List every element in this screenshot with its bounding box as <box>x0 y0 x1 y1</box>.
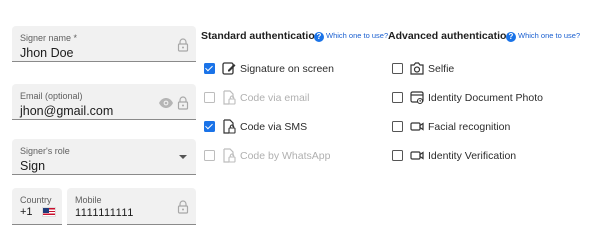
country-code-value: +1 <box>20 206 33 218</box>
option-label: Code via email <box>240 92 310 104</box>
option-label: Signature on screen <box>240 63 334 75</box>
checkbox[interactable] <box>204 63 215 74</box>
option-label: Code by WhatsApp <box>240 150 331 162</box>
checkbox[interactable] <box>204 150 215 161</box>
id-card-icon <box>410 90 424 105</box>
signer-role-value: Sign <box>20 159 46 173</box>
camera-icon <box>410 61 424 76</box>
option-label: Identity Verification <box>428 150 517 162</box>
standard-auth-title: Standard authentication <box>201 30 322 42</box>
help-icon[interactable]: ? <box>314 32 324 42</box>
signer-name-field[interactable]: Signer name * Jhon Doe <box>12 26 196 62</box>
lock-icon <box>177 200 189 214</box>
document-lock-icon <box>222 119 236 134</box>
mobile-label: Mobile <box>75 195 102 205</box>
option-label: Code via SMS <box>240 121 308 133</box>
email-value[interactable]: jhon@gmail.com <box>20 104 113 118</box>
eye-icon[interactable] <box>158 97 174 109</box>
signer-role-select[interactable]: Signer's role Sign <box>12 139 196 175</box>
document-lock-icon <box>222 148 236 163</box>
signer-role-label: Signer's role <box>20 146 70 156</box>
advanced-auth-title: Advanced authentication <box>388 30 513 42</box>
checkbox[interactable] <box>392 150 403 161</box>
signer-name-value[interactable]: Jhon Doe <box>20 46 74 60</box>
checkbox[interactable] <box>204 121 215 132</box>
help-icon[interactable]: ? <box>506 32 516 42</box>
option-label: Facial recognition <box>428 121 511 133</box>
checkbox[interactable] <box>392 121 403 132</box>
mobile-value[interactable]: 1111111111 <box>75 207 134 219</box>
country-label: Country <box>20 195 52 205</box>
video-camera-icon <box>410 119 424 134</box>
standard-auth-help-link[interactable]: Which one to use? <box>326 31 388 40</box>
signer-name-label: Signer name * <box>20 33 78 43</box>
option-label: Identity Document Photo <box>428 92 543 104</box>
country-code-select[interactable]: Country +1 <box>12 188 62 225</box>
document-lock-icon <box>222 90 236 105</box>
mobile-field[interactable]: Mobile 1111111111 <box>67 188 196 225</box>
signature-pen-icon <box>222 61 236 76</box>
checkbox[interactable] <box>204 92 215 103</box>
checkbox[interactable] <box>392 63 403 74</box>
chevron-down-icon[interactable] <box>178 154 188 160</box>
email-label: Email (optional) <box>20 91 83 101</box>
us-flag-icon <box>42 207 56 217</box>
advanced-auth-help-link[interactable]: Which one to use? <box>518 31 580 40</box>
email-field[interactable]: Email (optional) jhon@gmail.com <box>12 84 196 120</box>
checkbox[interactable] <box>392 92 403 103</box>
lock-icon <box>177 38 189 52</box>
video-camera-icon <box>410 148 424 163</box>
option-label: Selfie <box>428 63 455 75</box>
lock-icon <box>177 96 189 110</box>
